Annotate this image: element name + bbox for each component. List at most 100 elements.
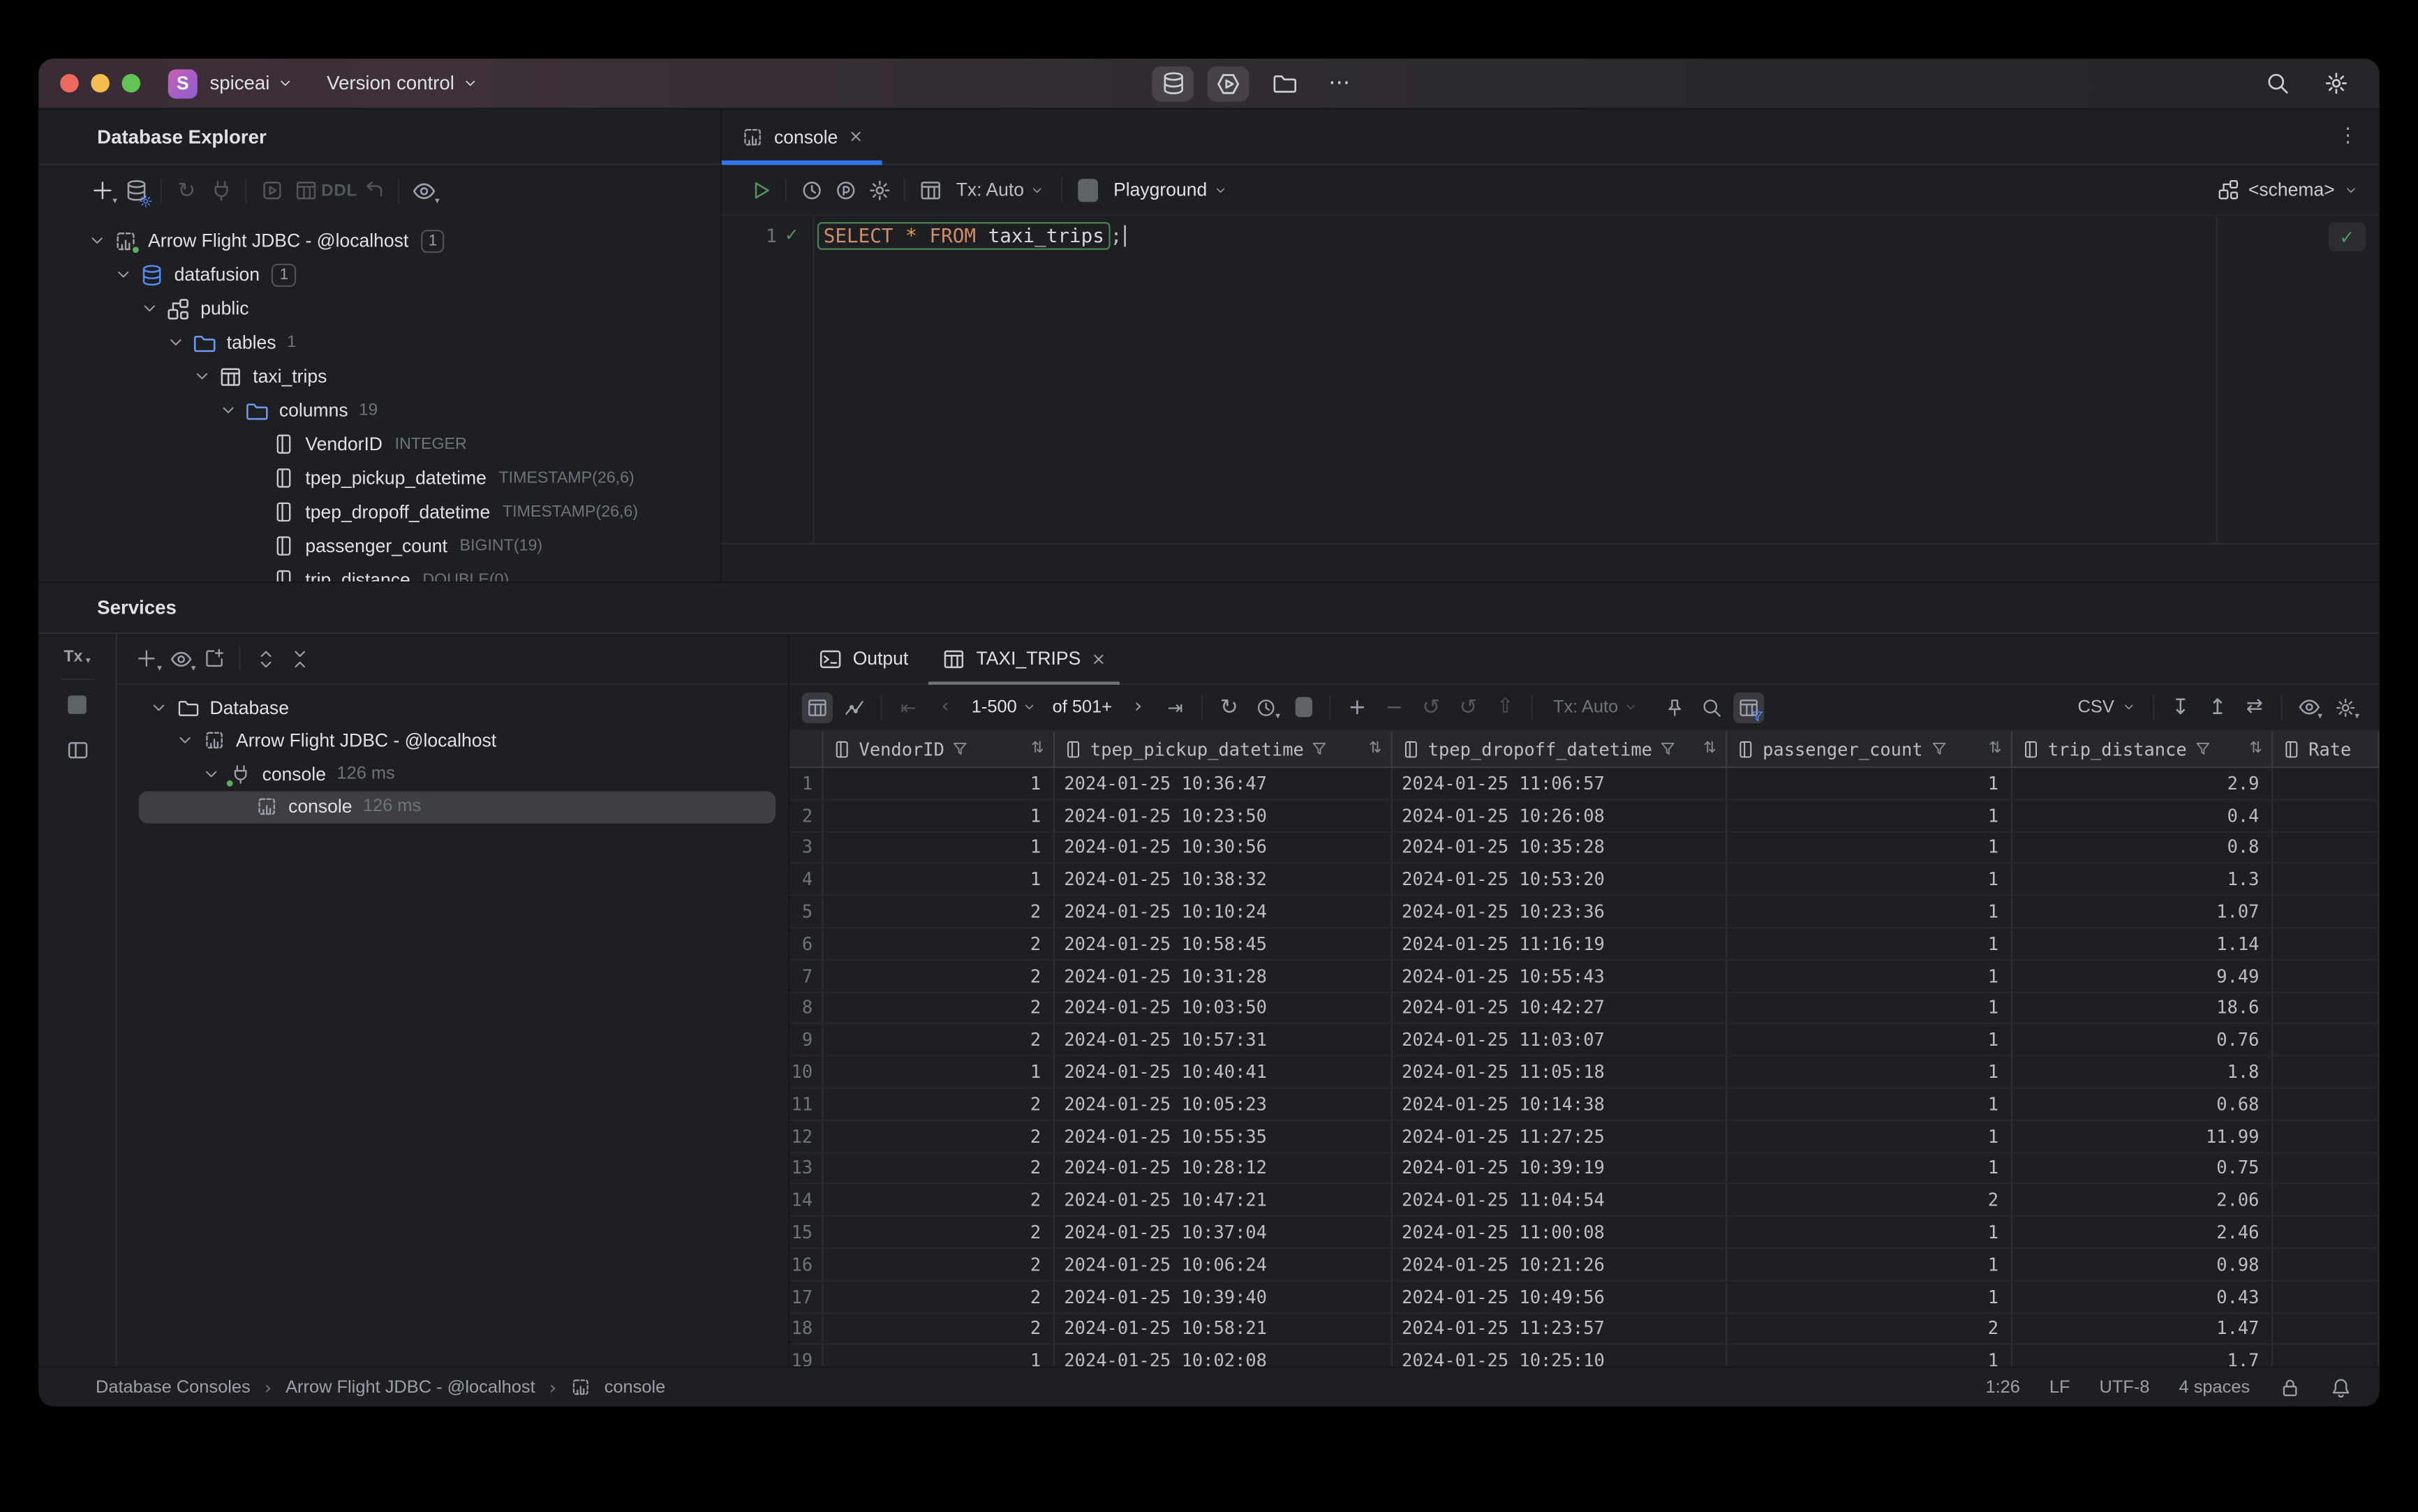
jump-to-console-button[interactable] bbox=[255, 174, 289, 208]
breadcrumb-database-consoles[interactable]: Database Consoles bbox=[96, 1378, 251, 1397]
cell-vendorid[interactable]: 1 bbox=[823, 864, 1055, 896]
table-row[interactable]: 2 1 2024-01-25 10:23:50 2024-01-25 10:26… bbox=[789, 800, 2380, 833]
row-number[interactable]: 11 bbox=[789, 1088, 824, 1121]
cell-trip-distance[interactable]: 18.6 bbox=[2012, 992, 2274, 1025]
cell-vendorid[interactable]: 2 bbox=[823, 896, 1055, 928]
table-row[interactable]: 1 1 2024-01-25 10:36:47 2024-01-25 11:06… bbox=[789, 768, 2380, 801]
breadcrumb-console[interactable]: console bbox=[604, 1378, 666, 1397]
query-parameters-button[interactable] bbox=[828, 172, 862, 207]
schema-selector[interactable]: <schema> bbox=[2218, 179, 2358, 200]
table-row[interactable]: 18 2 2024-01-25 10:58:21 2024-01-25 11:2… bbox=[789, 1313, 2380, 1346]
export-format-selector[interactable]: CSV bbox=[2078, 698, 2136, 716]
add-service-button[interactable]: ▾ bbox=[130, 642, 164, 676]
chevron-down-icon[interactable] bbox=[175, 730, 196, 752]
tree-item-columns-folder[interactable]: columns 19 bbox=[38, 393, 720, 427]
find-in-grid-button[interactable] bbox=[1697, 692, 1728, 722]
pause-updates-button[interactable] bbox=[1288, 692, 1319, 722]
notifications-bell-icon[interactable] bbox=[2330, 1377, 2352, 1398]
last-page-button[interactable]: ⇥ bbox=[1160, 692, 1191, 722]
filter-funnel-icon[interactable] bbox=[1660, 740, 1677, 757]
browse-data-button[interactable] bbox=[913, 172, 947, 207]
expand-all-button[interactable] bbox=[249, 642, 283, 676]
grid-settings-button[interactable]: ▾ bbox=[2330, 692, 2361, 722]
tree-item-column-dropoff[interactable]: tpep_dropoff_datetime TIMESTAMP(26,6) bbox=[38, 495, 720, 529]
cell-vendorid[interactable]: 2 bbox=[823, 1088, 1055, 1121]
cell-dropoff-datetime[interactable]: 2024-01-25 11:04:54 bbox=[1392, 1185, 1728, 1217]
new-datasource-button[interactable]: ▾ bbox=[85, 174, 119, 208]
cell-passenger-count[interactable]: 1 bbox=[1727, 928, 2013, 961]
cell-trip-distance[interactable]: 0.68 bbox=[2012, 1088, 2274, 1121]
cell-pickup-datetime[interactable]: 2024-01-25 10:10:24 bbox=[1055, 896, 1393, 928]
tree-item-column-trip-distance[interactable]: trip_distance DOUBLE(0) bbox=[38, 563, 720, 581]
stop-button[interactable] bbox=[1070, 172, 1104, 207]
row-number[interactable]: 6 bbox=[789, 928, 824, 961]
sort-icon[interactable]: ⇅ bbox=[1369, 740, 1382, 757]
indent-setting[interactable]: 4 spaces bbox=[2179, 1378, 2250, 1397]
cell-pickup-datetime[interactable]: 2024-01-25 10:38:32 bbox=[1055, 864, 1393, 896]
cell-trip-distance[interactable]: 0.75 bbox=[2012, 1152, 2274, 1185]
service-item-datasource[interactable]: Arrow Flight JDBC - @localhost bbox=[117, 724, 788, 757]
caret-position[interactable]: 1:26 bbox=[1985, 1378, 2019, 1397]
tree-item-tables-folder[interactable]: tables 1 bbox=[38, 325, 720, 360]
cell-passenger-count[interactable]: 1 bbox=[1727, 1152, 2013, 1185]
zoom-window-button[interactable] bbox=[121, 74, 141, 93]
export-data-button[interactable]: ↧ bbox=[2165, 692, 2196, 722]
cell-dropoff-datetime[interactable]: 2024-01-25 10:23:36 bbox=[1392, 896, 1728, 928]
row-number[interactable]: 15 bbox=[789, 1217, 824, 1250]
row-number[interactable]: 3 bbox=[789, 832, 824, 865]
inspection-status-widget[interactable]: ✓ bbox=[2328, 222, 2366, 252]
cell-rate[interactable] bbox=[2273, 1281, 2380, 1314]
stop-square-icon[interactable] bbox=[68, 695, 87, 714]
close-window-button[interactable] bbox=[60, 74, 79, 93]
chevron-down-icon[interactable] bbox=[148, 697, 170, 718]
import-data-button[interactable]: ↥ bbox=[2202, 692, 2233, 722]
tree-item-column-pickup[interactable]: tpep_pickup_datetime TIMESTAMP(26,6) bbox=[38, 461, 720, 496]
table-row[interactable]: 14 2 2024-01-25 10:47:21 2024-01-25 11:0… bbox=[789, 1185, 2380, 1217]
cell-pickup-datetime[interactable]: 2024-01-25 10:23:50 bbox=[1055, 800, 1393, 833]
cell-rate[interactable] bbox=[2273, 1313, 2380, 1346]
tree-item-column-passenger-count[interactable]: passenger_count BIGINT(19) bbox=[38, 529, 720, 563]
row-number[interactable]: 1 bbox=[789, 768, 824, 801]
table-row[interactable]: 16 2 2024-01-25 10:06:24 2024-01-25 10:2… bbox=[789, 1249, 2380, 1282]
console-settings-button[interactable] bbox=[862, 172, 896, 207]
cell-vendorid[interactable]: 2 bbox=[823, 1313, 1055, 1346]
database-tool-button[interactable] bbox=[1152, 65, 1194, 101]
submit-changes-button[interactable]: ⇧ bbox=[1490, 692, 1520, 722]
cell-passenger-count[interactable]: 1 bbox=[1727, 832, 2013, 865]
open-in-new-tab-button[interactable] bbox=[198, 642, 232, 676]
compare-data-button[interactable]: ⇄ bbox=[2239, 692, 2270, 722]
cell-dropoff-datetime[interactable]: 2024-01-25 11:05:18 bbox=[1392, 1056, 1728, 1089]
cell-passenger-count[interactable]: 1 bbox=[1727, 960, 2013, 993]
cell-passenger-count[interactable]: 1 bbox=[1727, 1056, 2013, 1089]
view-options-button[interactable]: ▾ bbox=[407, 174, 441, 208]
cell-vendorid[interactable]: 1 bbox=[824, 1345, 1055, 1367]
open-data-button[interactable] bbox=[288, 174, 322, 208]
cell-dropoff-datetime[interactable]: 2024-01-25 10:14:38 bbox=[1392, 1088, 1728, 1121]
table-row[interactable]: 5 2 2024-01-25 10:10:24 2024-01-25 10:23… bbox=[789, 896, 2380, 928]
reload-page-button[interactable]: ↻ bbox=[1214, 692, 1245, 722]
cell-trip-distance[interactable]: 1.07 bbox=[2012, 896, 2274, 928]
cell-rate[interactable] bbox=[2273, 928, 2380, 961]
cell-trip-distance[interactable]: 1.14 bbox=[2012, 928, 2274, 961]
cell-dropoff-datetime[interactable]: 2024-01-25 10:25:10 bbox=[1393, 1345, 1728, 1367]
auto-refresh-button[interactable]: ▾ bbox=[1251, 692, 1282, 722]
cell-dropoff-datetime[interactable]: 2024-01-25 10:21:26 bbox=[1392, 1249, 1728, 1282]
cell-trip-distance[interactable]: 1.47 bbox=[2012, 1313, 2274, 1346]
generate-ddl-button[interactable]: DDL bbox=[321, 174, 357, 208]
cell-rate[interactable] bbox=[2273, 992, 2380, 1025]
table-row[interactable]: 15 2 2024-01-25 10:37:04 2024-01-25 11:0… bbox=[789, 1217, 2380, 1250]
tab-taxi-trips[interactable]: TAXI_TRIPS × bbox=[926, 634, 1123, 685]
row-number[interactable]: 4 bbox=[789, 864, 824, 896]
filter-funnel-icon[interactable] bbox=[2195, 740, 2211, 757]
cell-rate[interactable] bbox=[2273, 768, 2380, 801]
version-control-menu[interactable]: Version control bbox=[327, 73, 477, 94]
filter-funnel-icon[interactable] bbox=[952, 740, 969, 757]
cell-passenger-count[interactable]: 1 bbox=[1727, 1249, 2013, 1282]
cell-trip-distance[interactable]: 9.49 bbox=[2012, 960, 2274, 993]
cell-passenger-count[interactable]: 1 bbox=[1727, 800, 2013, 833]
cell-pickup-datetime[interactable]: 2024-01-25 10:58:21 bbox=[1055, 1313, 1393, 1346]
cell-trip-distance[interactable]: 11.99 bbox=[2012, 1120, 2274, 1153]
cell-pickup-datetime[interactable]: 2024-01-25 10:39:40 bbox=[1055, 1281, 1393, 1314]
cell-vendorid[interactable]: 2 bbox=[823, 1120, 1055, 1153]
service-item-connection[interactable]: console 126 ms bbox=[117, 757, 788, 790]
